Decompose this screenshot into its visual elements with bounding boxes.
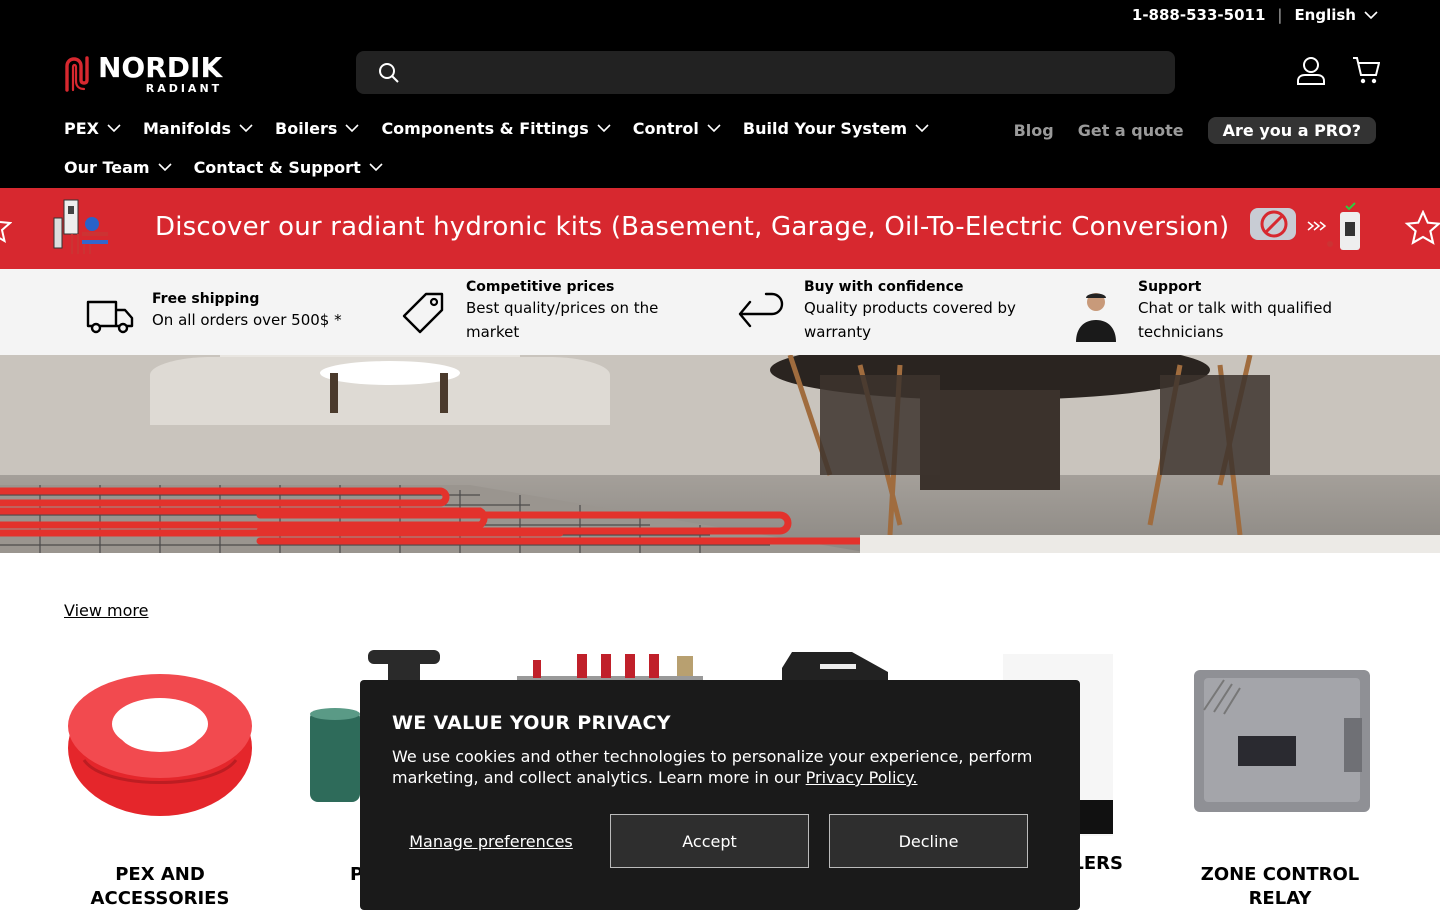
product-card-zone-control-relay[interactable]: ZONE CONTROL RELAY	[1184, 640, 1376, 911]
product-label: PEX AND ACCESSORIES	[90, 864, 230, 909]
search-icon[interactable]	[378, 62, 400, 84]
banner-text: Discover our radiant hydronic kits (Base…	[155, 212, 1230, 242]
cookie-text: We use cookies and other technologies to…	[392, 747, 1033, 787]
pex-coil-image	[68, 674, 252, 816]
account-icon[interactable]	[1296, 55, 1326, 85]
nav-label: Boilers	[275, 119, 338, 138]
feature-text: Best quality/prices on the market	[466, 299, 659, 341]
chevron-down-icon	[1364, 10, 1378, 19]
nav-label: Contact & Support	[193, 158, 361, 177]
cookie-title: WE VALUE YOUR PRIVACY	[392, 712, 671, 734]
nav-label: Components & Fittings	[381, 119, 589, 138]
nordik-logo-mark	[65, 56, 89, 92]
oil-to-electric-illustration	[1250, 202, 1360, 250]
secondary-links: Blog Get a quote Are you a PRO?	[1014, 117, 1376, 144]
feature-free-shipping: Free shipping On all orders over 500$ *	[86, 290, 342, 336]
chevron-down-icon	[707, 124, 721, 133]
phone-link[interactable]: 1-888-533-5011	[1132, 6, 1265, 24]
primary-nav: PEX Manifolds Boilers Components & Fitti…	[64, 119, 929, 138]
feature-title: Competitive prices	[466, 279, 615, 295]
nav-label: Build Your System	[742, 119, 908, 138]
privacy-policy-link[interactable]: Privacy Policy.	[806, 768, 918, 787]
get-quote-link[interactable]: Get a quote	[1078, 121, 1184, 140]
utility-bar: 1-888-533-5011 | English	[1132, 6, 1378, 24]
promo-banner[interactable]: Discover our radiant hydronic kits (Base…	[0, 188, 1440, 269]
chevron-down-icon	[915, 124, 929, 133]
header-icons	[1296, 55, 1380, 85]
nav-item-manifolds[interactable]: Manifolds	[143, 119, 253, 138]
blog-link[interactable]: Blog	[1014, 121, 1054, 140]
technician-avatar	[1076, 293, 1116, 342]
chevron-down-icon	[369, 163, 383, 172]
radiant-floor-illustration	[0, 355, 1440, 553]
chevron-down-icon	[157, 163, 172, 172]
product-card-pex[interactable]: PEX AND ACCESSORIES	[64, 640, 256, 911]
features-bar: Free shipping On all orders over 500$ * …	[0, 269, 1440, 355]
star-icon	[1404, 210, 1440, 245]
chevron-down-icon	[107, 124, 121, 133]
search-input[interactable]	[412, 63, 1112, 82]
nav-item-pex[interactable]: PEX	[64, 119, 121, 138]
cart-icon[interactable]	[1352, 55, 1380, 85]
logo-wordmark: NORDIK	[98, 51, 223, 84]
star-icon	[0, 220, 12, 244]
site-header: 1-888-533-5011 | English NORDIK RADIANT …	[0, 0, 1440, 188]
feature-text: Chat or talk with qualified technicians	[1138, 299, 1332, 341]
decline-button[interactable]: Decline	[829, 814, 1028, 868]
nav-item-our-team[interactable]: Our Team	[64, 158, 172, 177]
cookie-actions: Manage preferences Accept Decline	[392, 814, 1028, 868]
price-tag-icon	[402, 292, 444, 334]
nav-item-components[interactable]: Components & Fittings	[381, 119, 611, 138]
feature-text: Quality products covered by warranty	[804, 299, 1016, 341]
feature-competitive-prices: Competitive prices Best quality/prices o…	[400, 278, 706, 344]
search-bar[interactable]	[356, 51, 1175, 94]
pro-button[interactable]: Are you a PRO?	[1207, 117, 1376, 144]
nav-item-control[interactable]: Control	[633, 119, 721, 138]
feature-buy-with-confidence: Buy with confidence Quality products cov…	[736, 278, 1044, 344]
nav-label: Manifolds	[143, 119, 232, 138]
chevron-down-icon	[597, 124, 611, 133]
hero-image	[0, 355, 1440, 553]
logo-subtitle: RADIANT	[145, 82, 223, 95]
zone-relay-image	[1194, 670, 1370, 812]
feature-title: Buy with confidence	[804, 279, 964, 295]
view-more-link[interactable]: View more	[64, 601, 149, 620]
cookie-description: We use cookies and other technologies to…	[392, 746, 1048, 788]
chevron-down-icon	[345, 124, 360, 133]
feature-support: Support Chat or talk with qualified tech…	[1072, 278, 1378, 344]
nav-item-boilers[interactable]: Boilers	[275, 119, 360, 138]
return-arrow-icon	[738, 292, 784, 328]
logo[interactable]: NORDIK RADIANT	[64, 54, 222, 94]
cookie-consent-dialog: WE VALUE YOUR PRIVACY We use cookies and…	[360, 680, 1080, 910]
feature-title: Support	[1138, 279, 1202, 295]
nav-label: Our Team	[64, 158, 150, 177]
nav-item-contact-support[interactable]: Contact & Support	[194, 158, 383, 177]
language-selector[interactable]: English	[1294, 6, 1378, 24]
truck-icon	[86, 300, 134, 334]
secondary-nav: Our Team Contact & Support	[64, 158, 383, 177]
language-label: English	[1294, 6, 1356, 24]
feature-title: Free shipping	[152, 291, 260, 307]
hydronic-kit-illustration	[53, 199, 108, 254]
nav-label: PEX	[64, 119, 99, 138]
chevron-down-icon	[239, 124, 253, 133]
separator: |	[1277, 6, 1283, 24]
nav-item-build-your-system[interactable]: Build Your System	[743, 119, 929, 138]
product-label: ZONE CONTROL RELAY	[1200, 864, 1360, 909]
manage-preferences-link[interactable]: Manage preferences	[392, 832, 590, 851]
accept-button[interactable]: Accept	[610, 814, 809, 868]
nav-label: Control	[632, 119, 699, 138]
feature-text: On all orders over 500$ *	[152, 311, 342, 329]
